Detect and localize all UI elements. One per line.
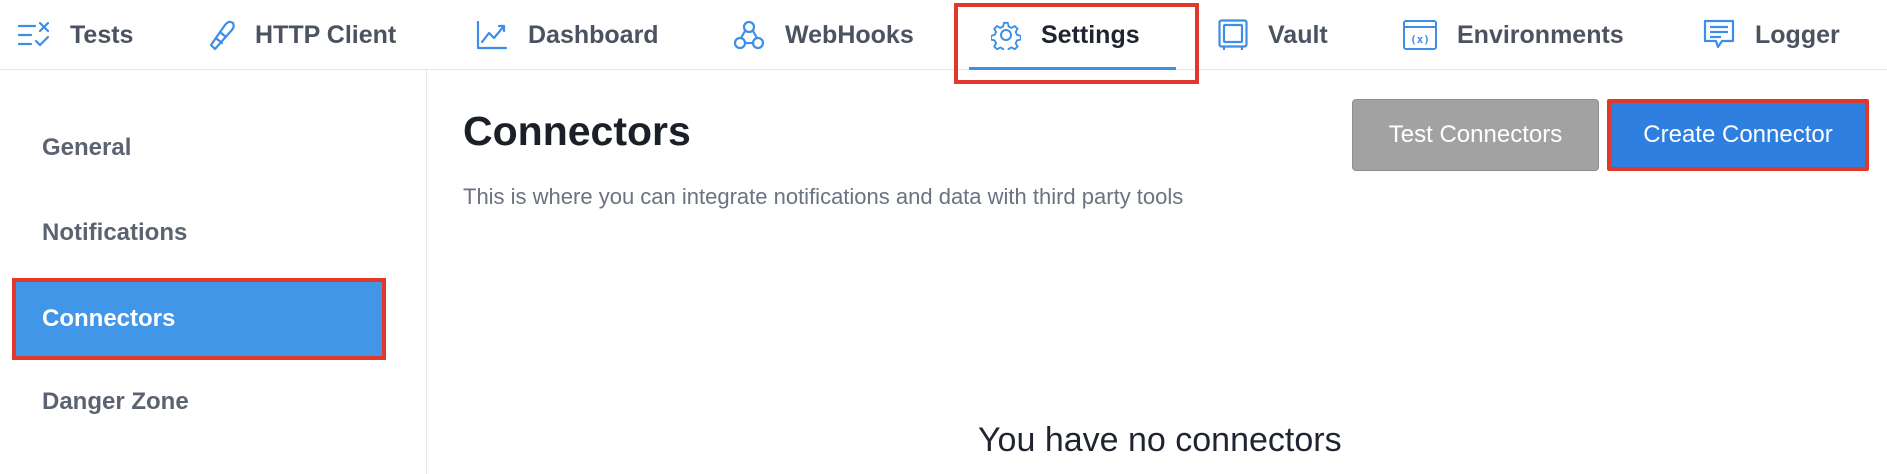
http-client-icon: [207, 19, 235, 51]
page-title: Connectors: [463, 108, 691, 154]
svg-text:(x): (x): [1410, 33, 1430, 46]
gear-icon: [991, 20, 1021, 50]
dashboard-chart-icon: [476, 20, 508, 50]
nav-tab-logger[interactable]: Logger: [1703, 0, 1840, 70]
nav-tab-label: Settings: [1041, 20, 1140, 49]
nav-tab-label: Logger: [1755, 20, 1840, 49]
nav-tab-label: Vault: [1268, 20, 1328, 49]
sidebar-item-label: Danger Zone: [42, 388, 189, 415]
nav-tab-tests[interactable]: Tests: [18, 0, 133, 70]
sidebar-item-connectors[interactable]: Connectors: [12, 278, 386, 360]
vault-icon: [1218, 19, 1248, 51]
nav-tab-http-client[interactable]: HTTP Client: [207, 0, 396, 70]
sidebar-item-label: General: [42, 134, 132, 161]
sidebar-item-label: Connectors: [42, 305, 176, 332]
empty-state-message: You have no connectors: [978, 421, 1342, 459]
sidebar-item-label: Notifications: [42, 219, 188, 246]
webhooks-icon: [733, 19, 765, 51]
environment-variable-icon: (x): [1403, 20, 1437, 50]
sidebar-item-danger-zone[interactable]: Danger Zone: [12, 361, 386, 443]
nav-tab-label: HTTP Client: [255, 20, 397, 49]
nav-tab-dashboard[interactable]: Dashboard: [476, 0, 659, 70]
test-connectors-button[interactable]: Test Connectors: [1352, 99, 1599, 171]
nav-tab-settings[interactable]: Settings: [969, 0, 1176, 70]
logger-icon: [1703, 19, 1735, 51]
top-navigation: Tests HTTP Client Dashboard WebHooks Set…: [0, 0, 1887, 70]
page-subtitle: This is where you can integrate notifica…: [463, 184, 1184, 209]
nav-tab-vault[interactable]: Vault: [1218, 0, 1328, 70]
nav-tab-label: Dashboard: [528, 20, 659, 49]
sidebar-item-general[interactable]: General: [12, 107, 386, 189]
nav-tab-label: WebHooks: [785, 20, 914, 49]
nav-tab-label: Environments: [1457, 20, 1624, 49]
nav-tab-environments[interactable]: (x) Environments: [1403, 0, 1624, 70]
tests-icon: [18, 22, 50, 48]
sidebar-item-notifications[interactable]: Notifications: [12, 192, 386, 274]
settings-sidebar: General Notifications Connectors Danger …: [0, 70, 427, 474]
nav-tab-label: Tests: [70, 20, 134, 49]
create-connector-button[interactable]: Create Connector: [1607, 99, 1869, 171]
nav-tab-webhooks[interactable]: WebHooks: [733, 0, 914, 70]
